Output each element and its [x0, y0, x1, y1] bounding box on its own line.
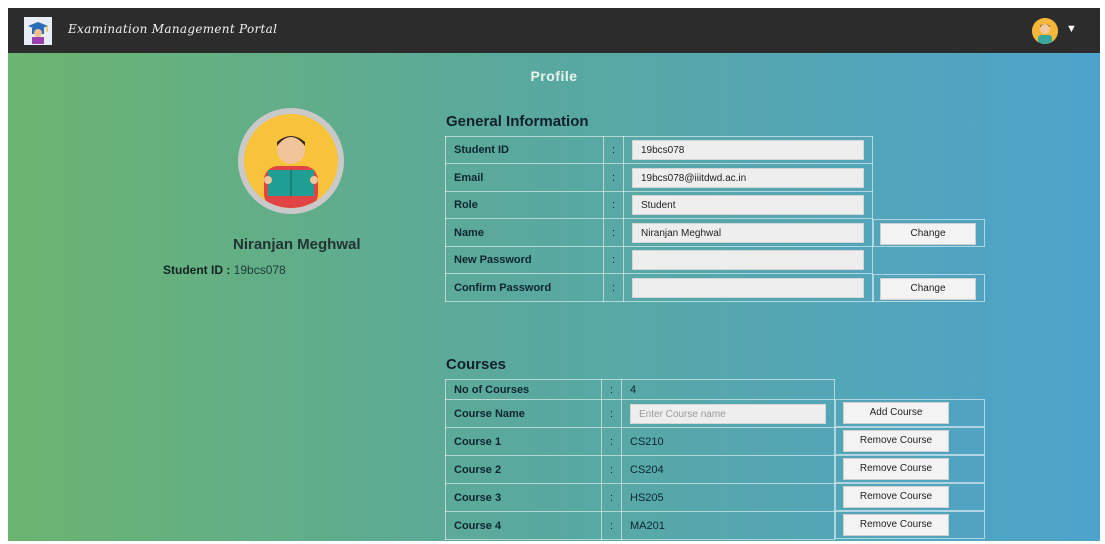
student-id-field: 19bcs078: [632, 140, 864, 160]
label-role: Role: [445, 191, 604, 219]
email-field: 19bcs078@iiitdwd.ac.in: [632, 167, 864, 188]
confirm-password-cell: [623, 273, 873, 302]
label-new-password: New Password: [445, 246, 604, 274]
label-email: Email: [445, 163, 604, 192]
page-title: Profile: [530, 68, 578, 84]
email-cell: 19bcs078@iiitdwd.ac.in: [623, 163, 873, 192]
new-password-cell: [623, 246, 873, 274]
remove-course-3-button[interactable]: Remove Course: [843, 486, 949, 508]
profile-id: Student ID : 19bcs078: [163, 263, 286, 277]
profile-id-label: Student ID: [163, 263, 223, 277]
new-password-input[interactable]: [632, 250, 864, 270]
role-cell: Student: [623, 191, 873, 219]
colon: :: [602, 136, 625, 164]
change-name-button[interactable]: Change: [880, 223, 976, 245]
label-course-1: Course 1: [445, 427, 602, 456]
student-id-cell: 19bcs078: [623, 136, 873, 164]
course-4-value: MA201: [621, 511, 835, 540]
profile-avatar: [238, 108, 344, 214]
label-confirm-password: Confirm Password: [445, 273, 604, 302]
name-input[interactable]: Niranjan Meghwal: [632, 222, 864, 243]
colon: :: [600, 483, 623, 512]
label-no-of-courses: No of Courses: [445, 379, 602, 400]
label-course-name: Course Name: [445, 399, 602, 428]
colon: :: [602, 246, 625, 274]
colon: :: [600, 379, 623, 400]
colon: :: [600, 455, 623, 484]
course-3-value: HS205: [621, 483, 835, 512]
colon: :: [602, 218, 625, 247]
profile-name: Niranjan Meghwal: [233, 236, 361, 253]
graduation-cap-logo-icon[interactable]: [24, 17, 52, 45]
colon: :: [602, 273, 625, 302]
label-course-4: Course 4: [445, 511, 602, 540]
colon: :: [600, 399, 623, 428]
course-name-cell: Enter Course name: [621, 399, 835, 428]
remove-course-1-button[interactable]: Remove Course: [843, 430, 949, 452]
course-2-value: CS204: [621, 455, 835, 484]
role-field: Student: [632, 195, 864, 215]
course-1-value: CS210: [621, 427, 835, 456]
label-course-2: Course 2: [445, 455, 602, 484]
colon: :: [602, 191, 625, 219]
colon: :: [600, 427, 623, 456]
name-cell: Niranjan Meghwal: [623, 218, 873, 247]
colon: :: [602, 163, 625, 192]
top-navbar: Examination Management Portal ▼: [8, 8, 1100, 53]
general-info-table: Student ID : 19bcs078 Email : 19bcs078@i…: [445, 136, 873, 302]
profile-id-value: 19bcs078: [233, 263, 286, 277]
add-course-button[interactable]: Add Course: [843, 402, 949, 424]
app-frame: Examination Management Portal ▼ Profile: [8, 8, 1100, 541]
general-info-heading: General Information: [446, 113, 589, 130]
remove-course-2-button[interactable]: Remove Course: [843, 458, 949, 480]
chevron-down-icon[interactable]: ▼: [1066, 23, 1077, 35]
courses-heading: Courses: [446, 356, 507, 373]
app-title: Examination Management Portal: [68, 22, 278, 36]
course-name-input[interactable]: Enter Course name: [630, 403, 826, 424]
main-content: Profile Niranjan Meghwal Student ID : 19…: [8, 53, 1100, 541]
courses-table: No of Courses : 4 Course Name : Enter Co…: [445, 379, 835, 540]
change-password-button[interactable]: Change: [880, 278, 976, 300]
label-student-id: Student ID: [445, 136, 604, 164]
confirm-password-input[interactable]: [632, 277, 864, 298]
no-of-courses-value: 4: [621, 379, 835, 400]
remove-course-4-button[interactable]: Remove Course: [843, 514, 949, 536]
label-name: Name: [445, 218, 604, 247]
colon: :: [600, 511, 623, 540]
label-course-3: Course 3: [445, 483, 602, 512]
user-avatar-icon[interactable]: [1032, 18, 1058, 44]
